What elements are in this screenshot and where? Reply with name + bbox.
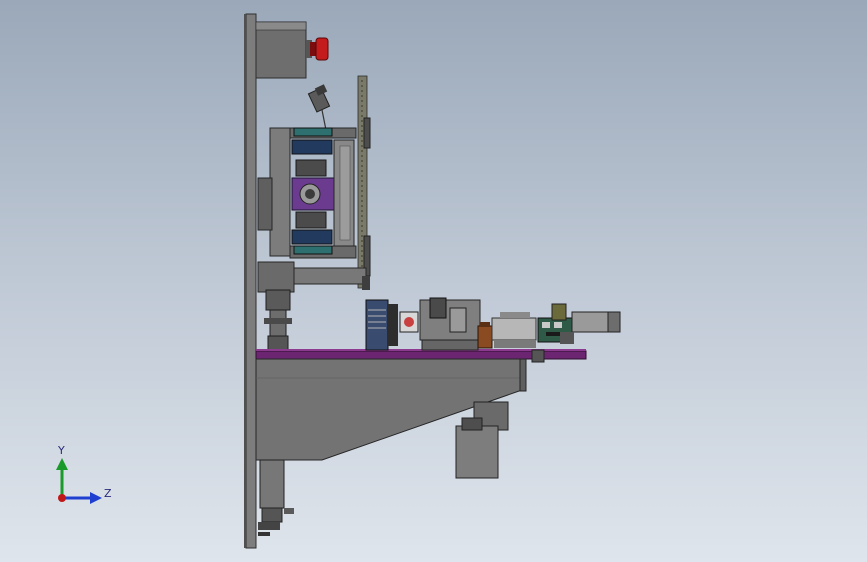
red-fixture-block	[399, 311, 419, 333]
rotary-clamp-unit	[257, 127, 357, 259]
assembly-drawing: Y Z	[56, 13, 621, 549]
sensor-bracket	[307, 84, 331, 131]
z-axis-arrowhead	[90, 492, 102, 504]
cad-viewport[interactable]: Y Z	[0, 0, 867, 562]
vertical-guide-rail	[357, 75, 371, 289]
y-axis-label: Y	[57, 444, 65, 457]
z-axis-label: Z	[104, 487, 112, 500]
y-axis-arrowhead	[56, 458, 68, 470]
vertical-wall-plate	[244, 13, 257, 549]
estop-enclosure	[255, 21, 312, 79]
lower-leg-cylinder	[258, 459, 294, 536]
spring-press-unit	[365, 299, 398, 351]
left-cylinder-stack	[264, 289, 292, 353]
origin-dot	[58, 494, 66, 502]
linear-actuator	[491, 312, 537, 348]
slide-fixture-assembly	[419, 297, 481, 351]
axis-triad[interactable]: Y Z	[56, 444, 112, 504]
emergency-stop-button	[310, 37, 329, 61]
support-arm	[257, 261, 370, 293]
brown-cylinder	[477, 322, 493, 349]
motor-assembly	[455, 401, 509, 479]
